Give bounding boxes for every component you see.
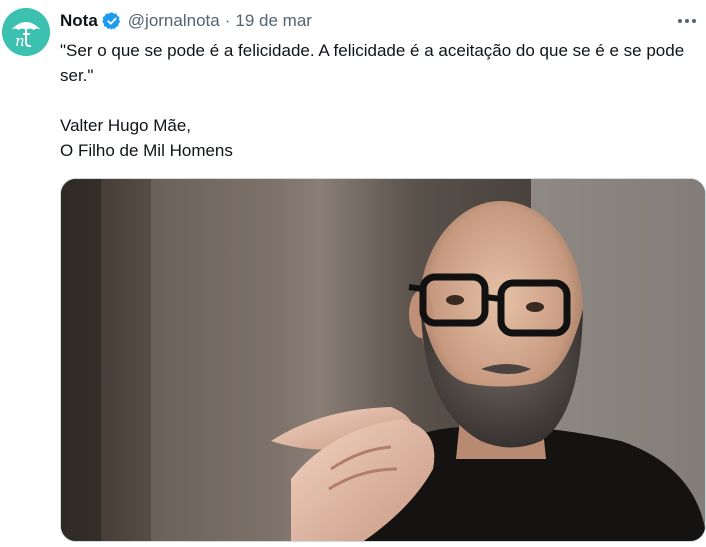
tweet-author-line: Valter Hugo Mãe, xyxy=(60,116,192,135)
more-options-button[interactable] xyxy=(672,10,702,32)
author-name[interactable]: Nota xyxy=(60,11,98,31)
tweet-text: "Ser o que se pode é a felicidade. A fel… xyxy=(60,38,700,163)
tweet-header: Nota @jornalnota · 19 de mar xyxy=(60,10,312,32)
separator-dot: · xyxy=(224,11,231,30)
photo-image xyxy=(61,179,705,541)
author-handle[interactable]: @jornalnota xyxy=(128,11,220,31)
more-options-icon xyxy=(678,19,696,23)
verified-badge-icon xyxy=(102,11,122,31)
tweet[interactable]: n Nota @jornalnota · 19 de mar "Ser o qu… xyxy=(0,0,706,547)
tweet-quote: "Ser o que se pode é a felicidade. A fel… xyxy=(60,41,685,85)
tweet-book-line: O Filho de Mil Homens xyxy=(60,141,233,160)
umbrella-nt-logo-icon: n xyxy=(2,8,50,56)
tweet-photo[interactable] xyxy=(60,178,706,542)
tweet-date[interactable]: 19 de mar xyxy=(235,11,312,31)
avatar[interactable]: n xyxy=(2,8,50,56)
